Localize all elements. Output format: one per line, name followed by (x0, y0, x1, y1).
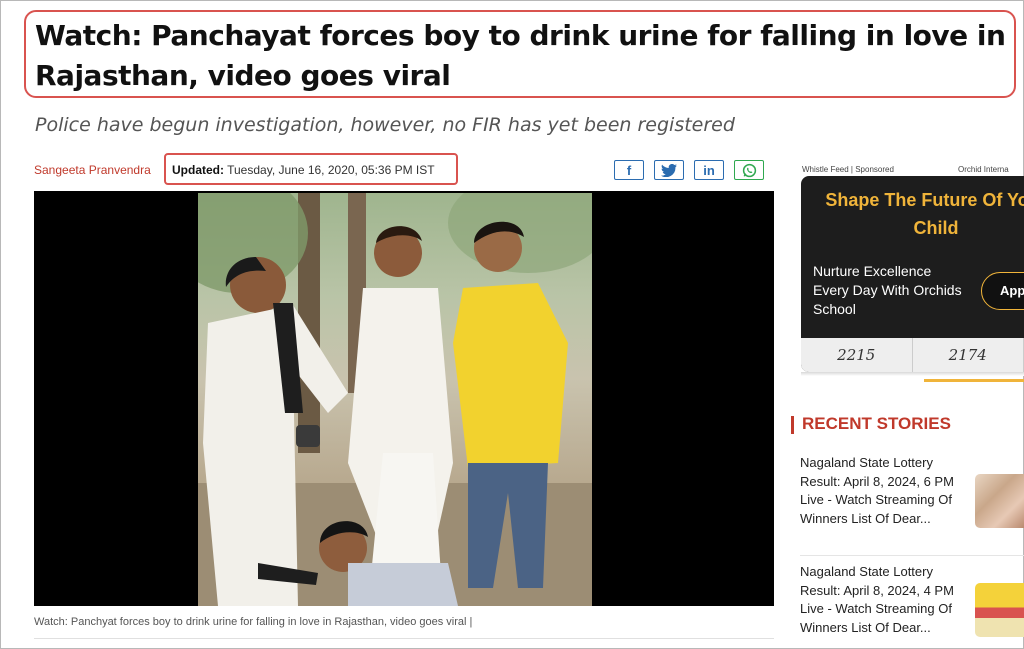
ad-footer: 2215 2174 (801, 338, 1024, 372)
linkedin-share-button[interactable]: in (694, 160, 724, 180)
video-caption: Watch: Panchyat forces boy to drink urin… (34, 616, 473, 628)
updated-value: Tuesday, June 16, 2020, 05:36 PM IST (227, 163, 435, 177)
divider (800, 555, 1024, 556)
whatsapp-icon (742, 163, 756, 177)
ad-accent-line (924, 379, 1024, 382)
twitter-icon (661, 163, 677, 177)
updated-timestamp: Updated: Tuesday, June 16, 2020, 05:36 P… (172, 163, 435, 177)
sponsored-ad[interactable]: Shape The Future Of Your Child Nurture E… (801, 176, 1024, 372)
author-link[interactable]: Sangeeta Pranvendra (34, 163, 151, 177)
ad-shadow (801, 372, 1024, 376)
ad-advertiser-name: Orchid Interna (958, 165, 1009, 174)
divider (34, 638, 774, 639)
recent-stories-heading: RECENT STORIES (802, 414, 951, 433)
twitter-share-button[interactable] (654, 160, 684, 180)
ad-apply-button[interactable]: Apply (981, 272, 1024, 310)
ad-scribble-left: 2215 (801, 338, 913, 372)
updated-label: Updated: (172, 163, 224, 177)
recent-story-link[interactable]: Nagaland State Lottery Result: April 8, … (800, 454, 965, 528)
ad-body: Nurture Excellence Every Day With Orchid… (813, 263, 962, 317)
facebook-share-button[interactable]: f (614, 160, 644, 180)
whatsapp-share-button[interactable] (734, 160, 764, 180)
recent-story-link[interactable]: Nagaland State Lottery Result: April 8, … (800, 563, 965, 637)
story-thumbnail[interactable] (975, 474, 1024, 528)
article-headline: Watch: Panchayat forces boy to drink uri… (35, 19, 1006, 92)
ad-title: Shape The Future Of Your Child (825, 190, 1024, 238)
section-marker (791, 416, 794, 434)
linkedin-icon: in (703, 162, 715, 178)
story-thumbnail[interactable] (975, 583, 1024, 637)
ad-scribble-right: 2174 (913, 338, 1024, 372)
video-still-image (198, 193, 592, 606)
article-subheadline: Police have begun investigation, however… (35, 114, 735, 136)
facebook-icon: f (626, 162, 632, 178)
ad-sponsor-label: Whistle Feed | Sponsored (802, 165, 894, 174)
